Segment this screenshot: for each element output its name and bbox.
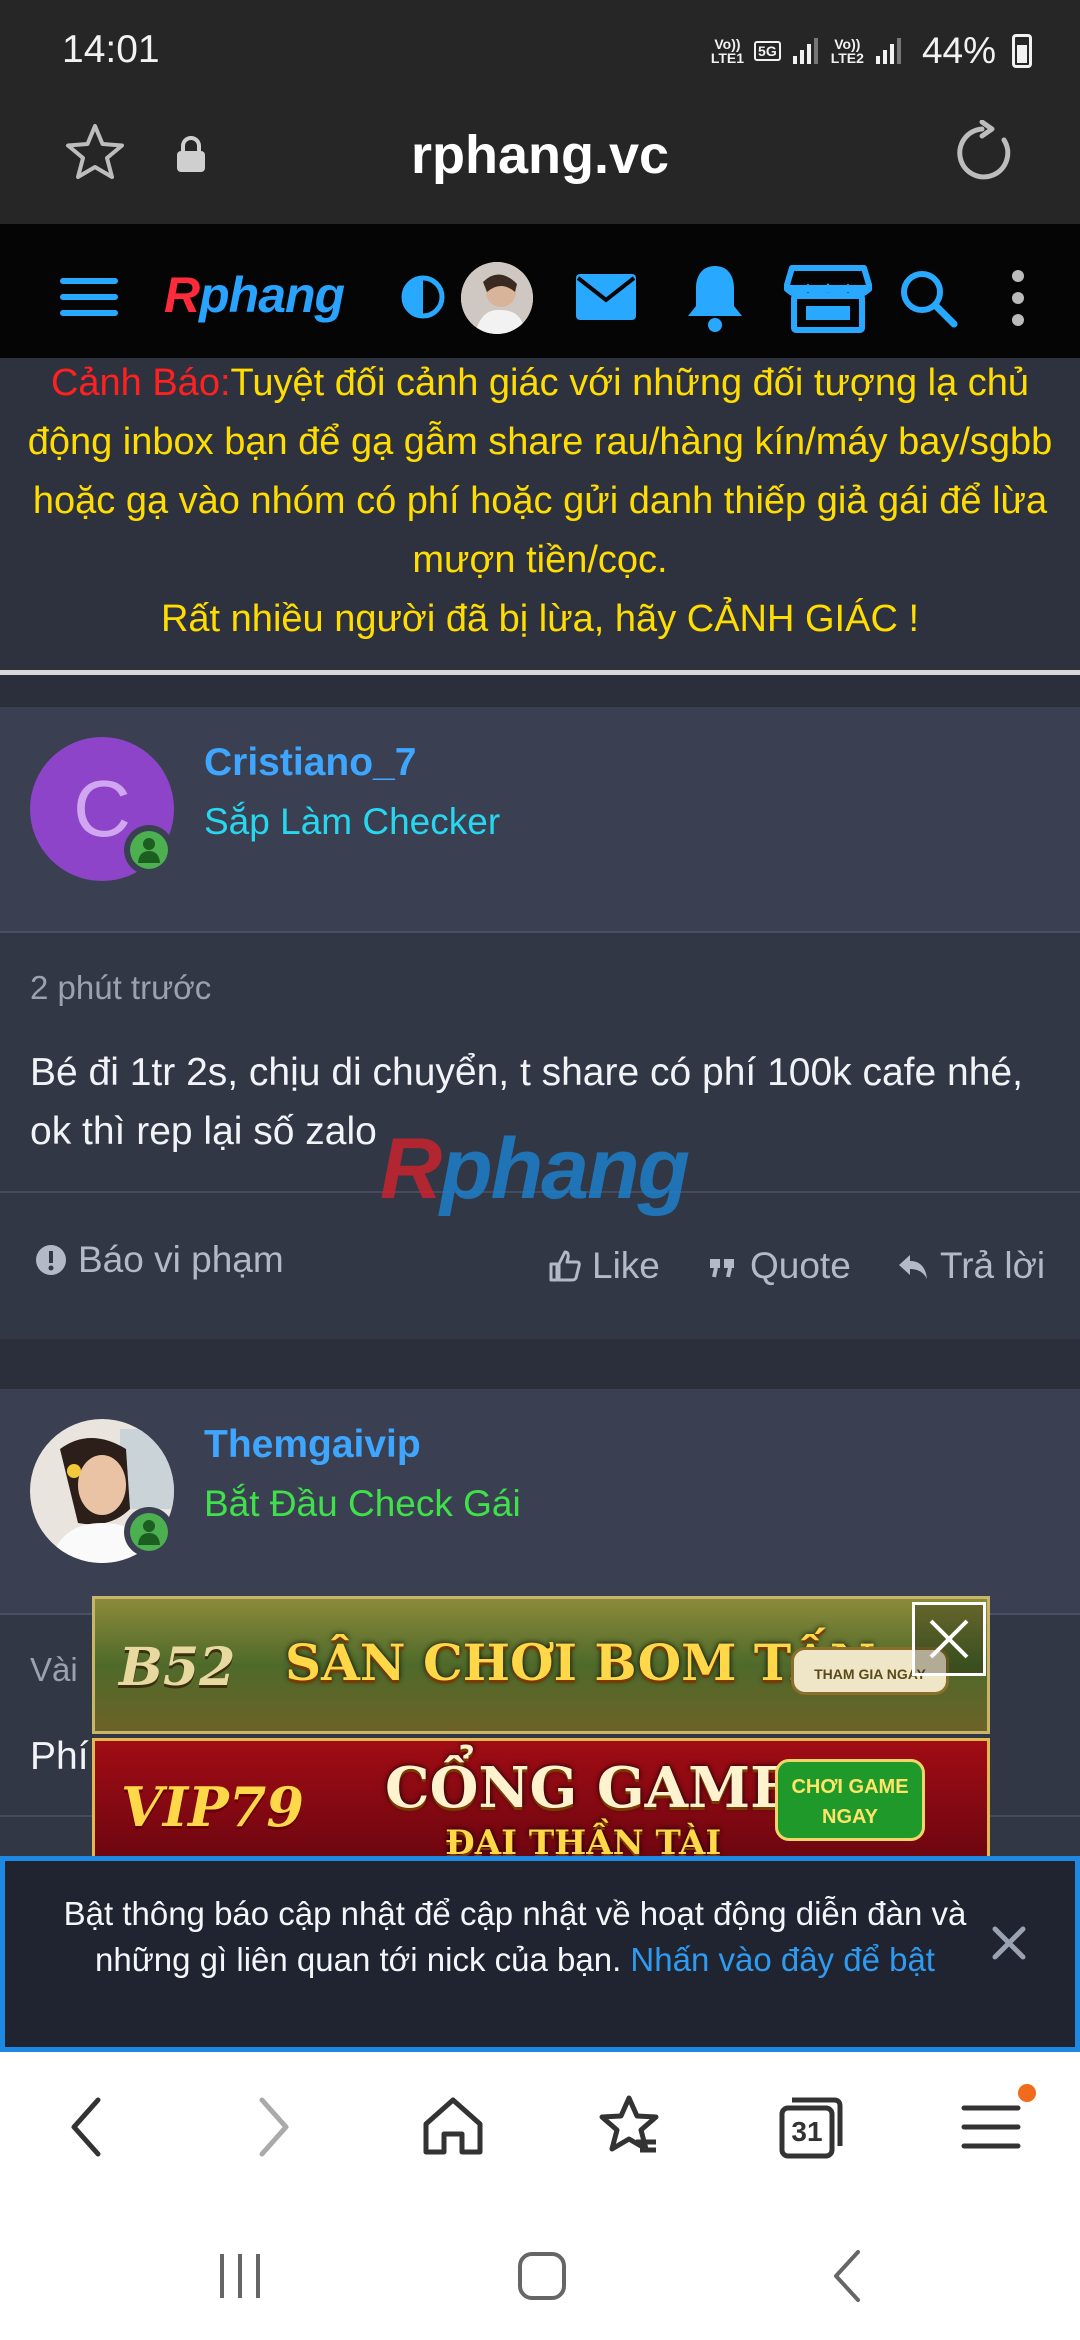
ad-banner-b52[interactable]: B52 SÂN CHƠI BOM TẤN THAM GIA NGAY xyxy=(92,1596,990,1734)
network-lte2-indicator: Vo)) LTE2 xyxy=(830,36,864,66)
system-navigation-bar xyxy=(0,2202,1080,2340)
quote-icon xyxy=(710,1259,734,1278)
spacer xyxy=(0,1339,1080,1389)
post-user-bar: Themgaivip Bắt Đầu Check Gái xyxy=(0,1389,1080,1615)
search-icon[interactable] xyxy=(898,268,958,328)
report-icon xyxy=(36,1245,66,1275)
report-button[interactable]: Báo vi phạm xyxy=(34,1239,284,1281)
post-time[interactable]: 2 phút trước xyxy=(30,969,211,1007)
rphang-watermark: Rphang xyxy=(380,1121,690,1217)
bookmarks-icon[interactable] xyxy=(594,2092,664,2162)
ad-headline: SÂN CHƠI BOM TẤN xyxy=(285,1633,876,1692)
post-cristiano: C Cristiano_7 Sắp Làm Checker 2 phút trư… xyxy=(0,707,1080,1339)
thumbs-up-icon xyxy=(549,1250,581,1282)
signal-icon-2 xyxy=(875,38,901,64)
recent-apps-icon[interactable] xyxy=(210,2246,270,2306)
forward-icon[interactable] xyxy=(236,2092,306,2162)
tabs-count: 31 xyxy=(791,2116,823,2147)
ad-brand: B52 xyxy=(119,1637,236,1698)
site-logo[interactable]: Rphang xyxy=(164,266,345,324)
tabs-button[interactable]: 31 xyxy=(776,2092,846,2162)
system-back-icon[interactable] xyxy=(818,2246,878,2306)
ad-close-button[interactable] xyxy=(912,1602,986,1676)
ad-subheadline: ĐẠI THẦN TÀI xyxy=(445,1823,722,1860)
notifications-bell-icon[interactable] xyxy=(684,262,746,334)
home-icon[interactable] xyxy=(418,2092,488,2162)
store-icon[interactable] xyxy=(784,264,872,334)
warning-label: Cảnh Báo: xyxy=(50,362,231,404)
more-vertical-icon[interactable] xyxy=(1008,268,1028,328)
battery-icon xyxy=(1012,34,1032,68)
status-time: 14:01 xyxy=(62,28,160,71)
post-user-bar: C Cristiano_7 Sắp Làm Checker xyxy=(0,707,1080,933)
back-icon[interactable] xyxy=(54,2092,124,2162)
browser-bottom-nav: 31 xyxy=(0,2052,1080,2202)
warning-notice: Cảnh Báo:Tuyệt đối cảnh giác với những đ… xyxy=(0,358,1080,670)
online-status-icon xyxy=(124,825,174,875)
user-avatar[interactable] xyxy=(461,262,533,334)
enable-notifications-link[interactable]: Nhấn vào đây để bật xyxy=(630,1941,935,1978)
url-text[interactable]: rphang.vc xyxy=(0,124,1080,186)
close-icon xyxy=(929,1619,969,1659)
push-banner-text: Bật thông báo cập nhật để cập nhật về ho… xyxy=(63,1895,967,1978)
battery-percent: 44% xyxy=(921,30,996,71)
browser-url-bar: rphang.vc xyxy=(0,100,1080,224)
push-notification-banner: Bật thông báo cập nhật để cập nhật về ho… xyxy=(0,1856,1080,2052)
theme-toggle-icon[interactable] xyxy=(400,274,446,320)
ad-headline: CỔNG GAME xyxy=(385,1755,793,1821)
reload-icon[interactable] xyxy=(952,120,1018,186)
ad-cta[interactable]: CHƠI GAME NGAY xyxy=(775,1759,925,1841)
status-bar: 14:01 Vo)) LTE1 5G Vo)) LTE2 44% xyxy=(0,0,1080,100)
network-lte1-indicator: Vo)) LTE1 xyxy=(710,36,745,66)
signal-icon xyxy=(792,38,818,64)
user-title: Sắp Làm Checker xyxy=(204,801,501,842)
menu-hamburger-icon[interactable] xyxy=(60,274,118,320)
warning-text-2: Rất nhiều người đã bị lừa, hãy CẢNH GIÁC… xyxy=(160,598,919,640)
close-icon[interactable] xyxy=(989,1923,1029,1963)
menu-badge-dot xyxy=(1018,2084,1036,2102)
quote-button[interactable]: Quote xyxy=(706,1245,851,1287)
ad-brand: VIP79 xyxy=(121,1775,304,1839)
menu-icon xyxy=(961,2105,1021,2149)
username[interactable]: Themgaivip xyxy=(204,1423,421,1467)
post-time[interactable]: Vài xyxy=(30,1651,78,1689)
online-status-icon xyxy=(124,1507,174,1557)
user-title: Bắt Đầu Check Gái xyxy=(204,1483,521,1524)
ad-banner-vip79[interactable]: VIP79 CỔNG GAME ĐẠI THẦN TÀI CHƠI GAME NG… xyxy=(92,1738,990,1860)
username[interactable]: Cristiano_7 xyxy=(204,741,416,785)
like-button[interactable]: Like xyxy=(548,1245,660,1287)
mail-icon[interactable] xyxy=(574,272,638,322)
reply-icon xyxy=(899,1255,927,1279)
5g-indicator: 5G xyxy=(754,41,781,61)
site-header: Rphang xyxy=(0,224,1080,372)
spacer xyxy=(0,675,1080,707)
reply-button[interactable]: Trả lời xyxy=(896,1245,1045,1287)
home-button-icon[interactable] xyxy=(512,2246,572,2306)
status-icons: Vo)) LTE1 5G Vo)) LTE2 44% xyxy=(711,30,1032,72)
browser-menu-button[interactable] xyxy=(956,2084,1036,2162)
